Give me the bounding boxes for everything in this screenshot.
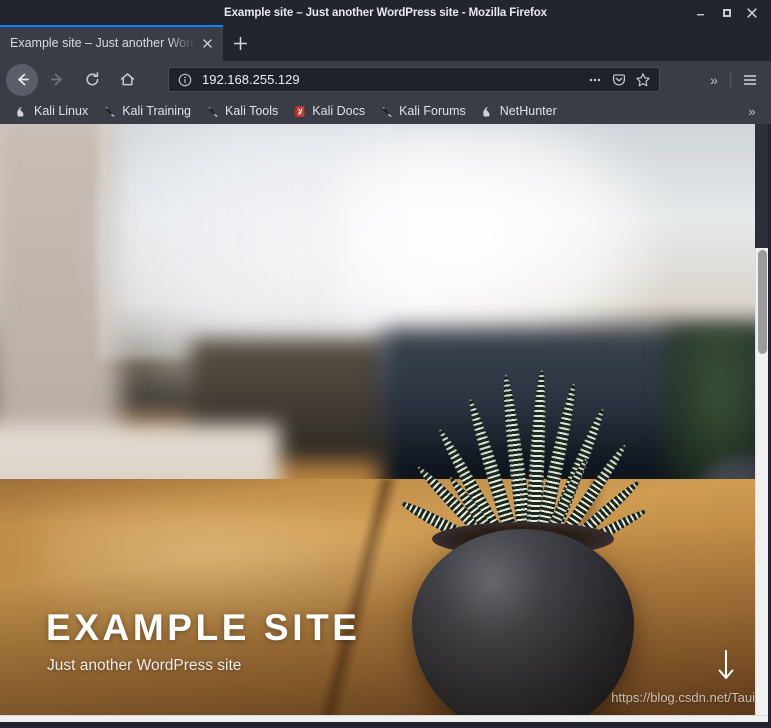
home-icon xyxy=(120,73,134,86)
watermark-text: https://blog.csdn.net/Taui xyxy=(611,690,755,705)
url-input[interactable]: 192.168.255.129 xyxy=(202,72,583,87)
bookmarks-overflow-button[interactable]: » xyxy=(741,101,763,121)
page-viewport: EXAMPLE SITE Just another WordPress site… xyxy=(0,124,755,715)
toolbar-overflow-button[interactable]: » xyxy=(701,67,727,92)
info-circle-icon[interactable] xyxy=(177,72,193,88)
hamburger-menu-icon xyxy=(743,74,757,85)
page-tagline: Just another WordPress site xyxy=(47,657,242,674)
hero-banner-image: EXAMPLE SITE Just another WordPress site… xyxy=(0,124,755,715)
scroll-down-button[interactable] xyxy=(716,649,736,688)
bookmark-label: Kali Forums xyxy=(399,104,466,118)
bookmark-label: Kali Tools xyxy=(225,104,279,118)
toolbar-divider xyxy=(730,70,731,89)
window-controls xyxy=(687,0,765,25)
bookmark-label: Kali Linux xyxy=(34,104,89,118)
forward-arrow-icon xyxy=(50,73,62,86)
reload-button[interactable] xyxy=(76,64,108,96)
close-button[interactable] xyxy=(739,0,765,25)
home-button[interactable] xyxy=(111,64,143,96)
window-title: Example site – Just another WordPress si… xyxy=(224,6,547,19)
page-actions-button[interactable] xyxy=(583,69,607,91)
bookmark-label: NetHunter xyxy=(499,104,557,118)
bookmarks-toolbar: Kali Linux Kali Training Kali Tools Kali… xyxy=(0,98,771,124)
kali-docs-book-icon xyxy=(294,105,305,117)
bookmark-kali-docs[interactable]: Kali Docs xyxy=(286,102,371,121)
back-arrow-icon xyxy=(17,73,29,86)
maximize-icon xyxy=(722,9,731,17)
maximize-button[interactable] xyxy=(713,0,739,25)
tab-strip: Example site – Just another WordPress si… xyxy=(0,25,771,61)
forward-button[interactable] xyxy=(41,64,73,96)
bookmark-kali-forums[interactable]: Kali Forums xyxy=(373,102,472,121)
page-title: EXAMPLE SITE xyxy=(46,607,361,648)
browser-tab-active[interactable]: Example site – Just another WordPress si… xyxy=(0,25,223,61)
horizontal-scrollbar[interactable] xyxy=(0,715,768,722)
address-bar[interactable]: 192.168.255.129 xyxy=(168,67,660,92)
minimize-icon xyxy=(696,14,704,16)
plus-icon xyxy=(233,36,247,50)
kali-wrench-icon xyxy=(382,106,392,117)
ellipsis-icon xyxy=(589,78,601,81)
tab-close-button[interactable] xyxy=(197,33,217,53)
vertical-scrollbar-thumb[interactable] xyxy=(758,250,767,354)
kali-wrench-icon xyxy=(208,106,218,117)
bookmark-kali-linux[interactable]: Kali Linux xyxy=(8,102,94,121)
new-tab-button[interactable] xyxy=(223,25,257,61)
bookmark-kali-training[interactable]: Kali Training xyxy=(96,102,197,121)
star-icon xyxy=(636,72,650,86)
bookmark-label: Kali Docs xyxy=(312,104,366,118)
minimize-button[interactable] xyxy=(687,0,713,25)
reload-icon xyxy=(85,72,98,86)
tab-title: Example site – Just another WordPress si… xyxy=(10,36,197,50)
close-icon xyxy=(202,38,212,48)
down-arrow-icon xyxy=(718,650,734,679)
pocket-icon xyxy=(612,73,626,86)
window-bottom-edge xyxy=(0,722,771,728)
vertical-scrollbar[interactable] xyxy=(755,248,768,728)
kali-dragon-icon xyxy=(17,106,24,116)
app-menu-button[interactable] xyxy=(737,67,763,92)
kali-wrench-icon xyxy=(105,106,115,117)
bookmark-star-button[interactable] xyxy=(631,69,655,91)
navigation-toolbar: 192.168.255.129 » xyxy=(0,61,771,98)
kali-dragon-icon xyxy=(483,106,490,116)
back-button[interactable] xyxy=(6,63,38,96)
bookmark-nethunter[interactable]: NetHunter xyxy=(474,102,563,121)
browser-content: EXAMPLE SITE Just another WordPress site… xyxy=(0,124,771,728)
bookmark-label: Kali Training xyxy=(122,104,191,118)
pocket-button[interactable] xyxy=(607,69,631,91)
window-titlebar: Example site – Just another WordPress si… xyxy=(0,0,771,25)
bookmark-kali-tools[interactable]: Kali Tools xyxy=(199,102,284,121)
close-icon xyxy=(747,7,757,18)
